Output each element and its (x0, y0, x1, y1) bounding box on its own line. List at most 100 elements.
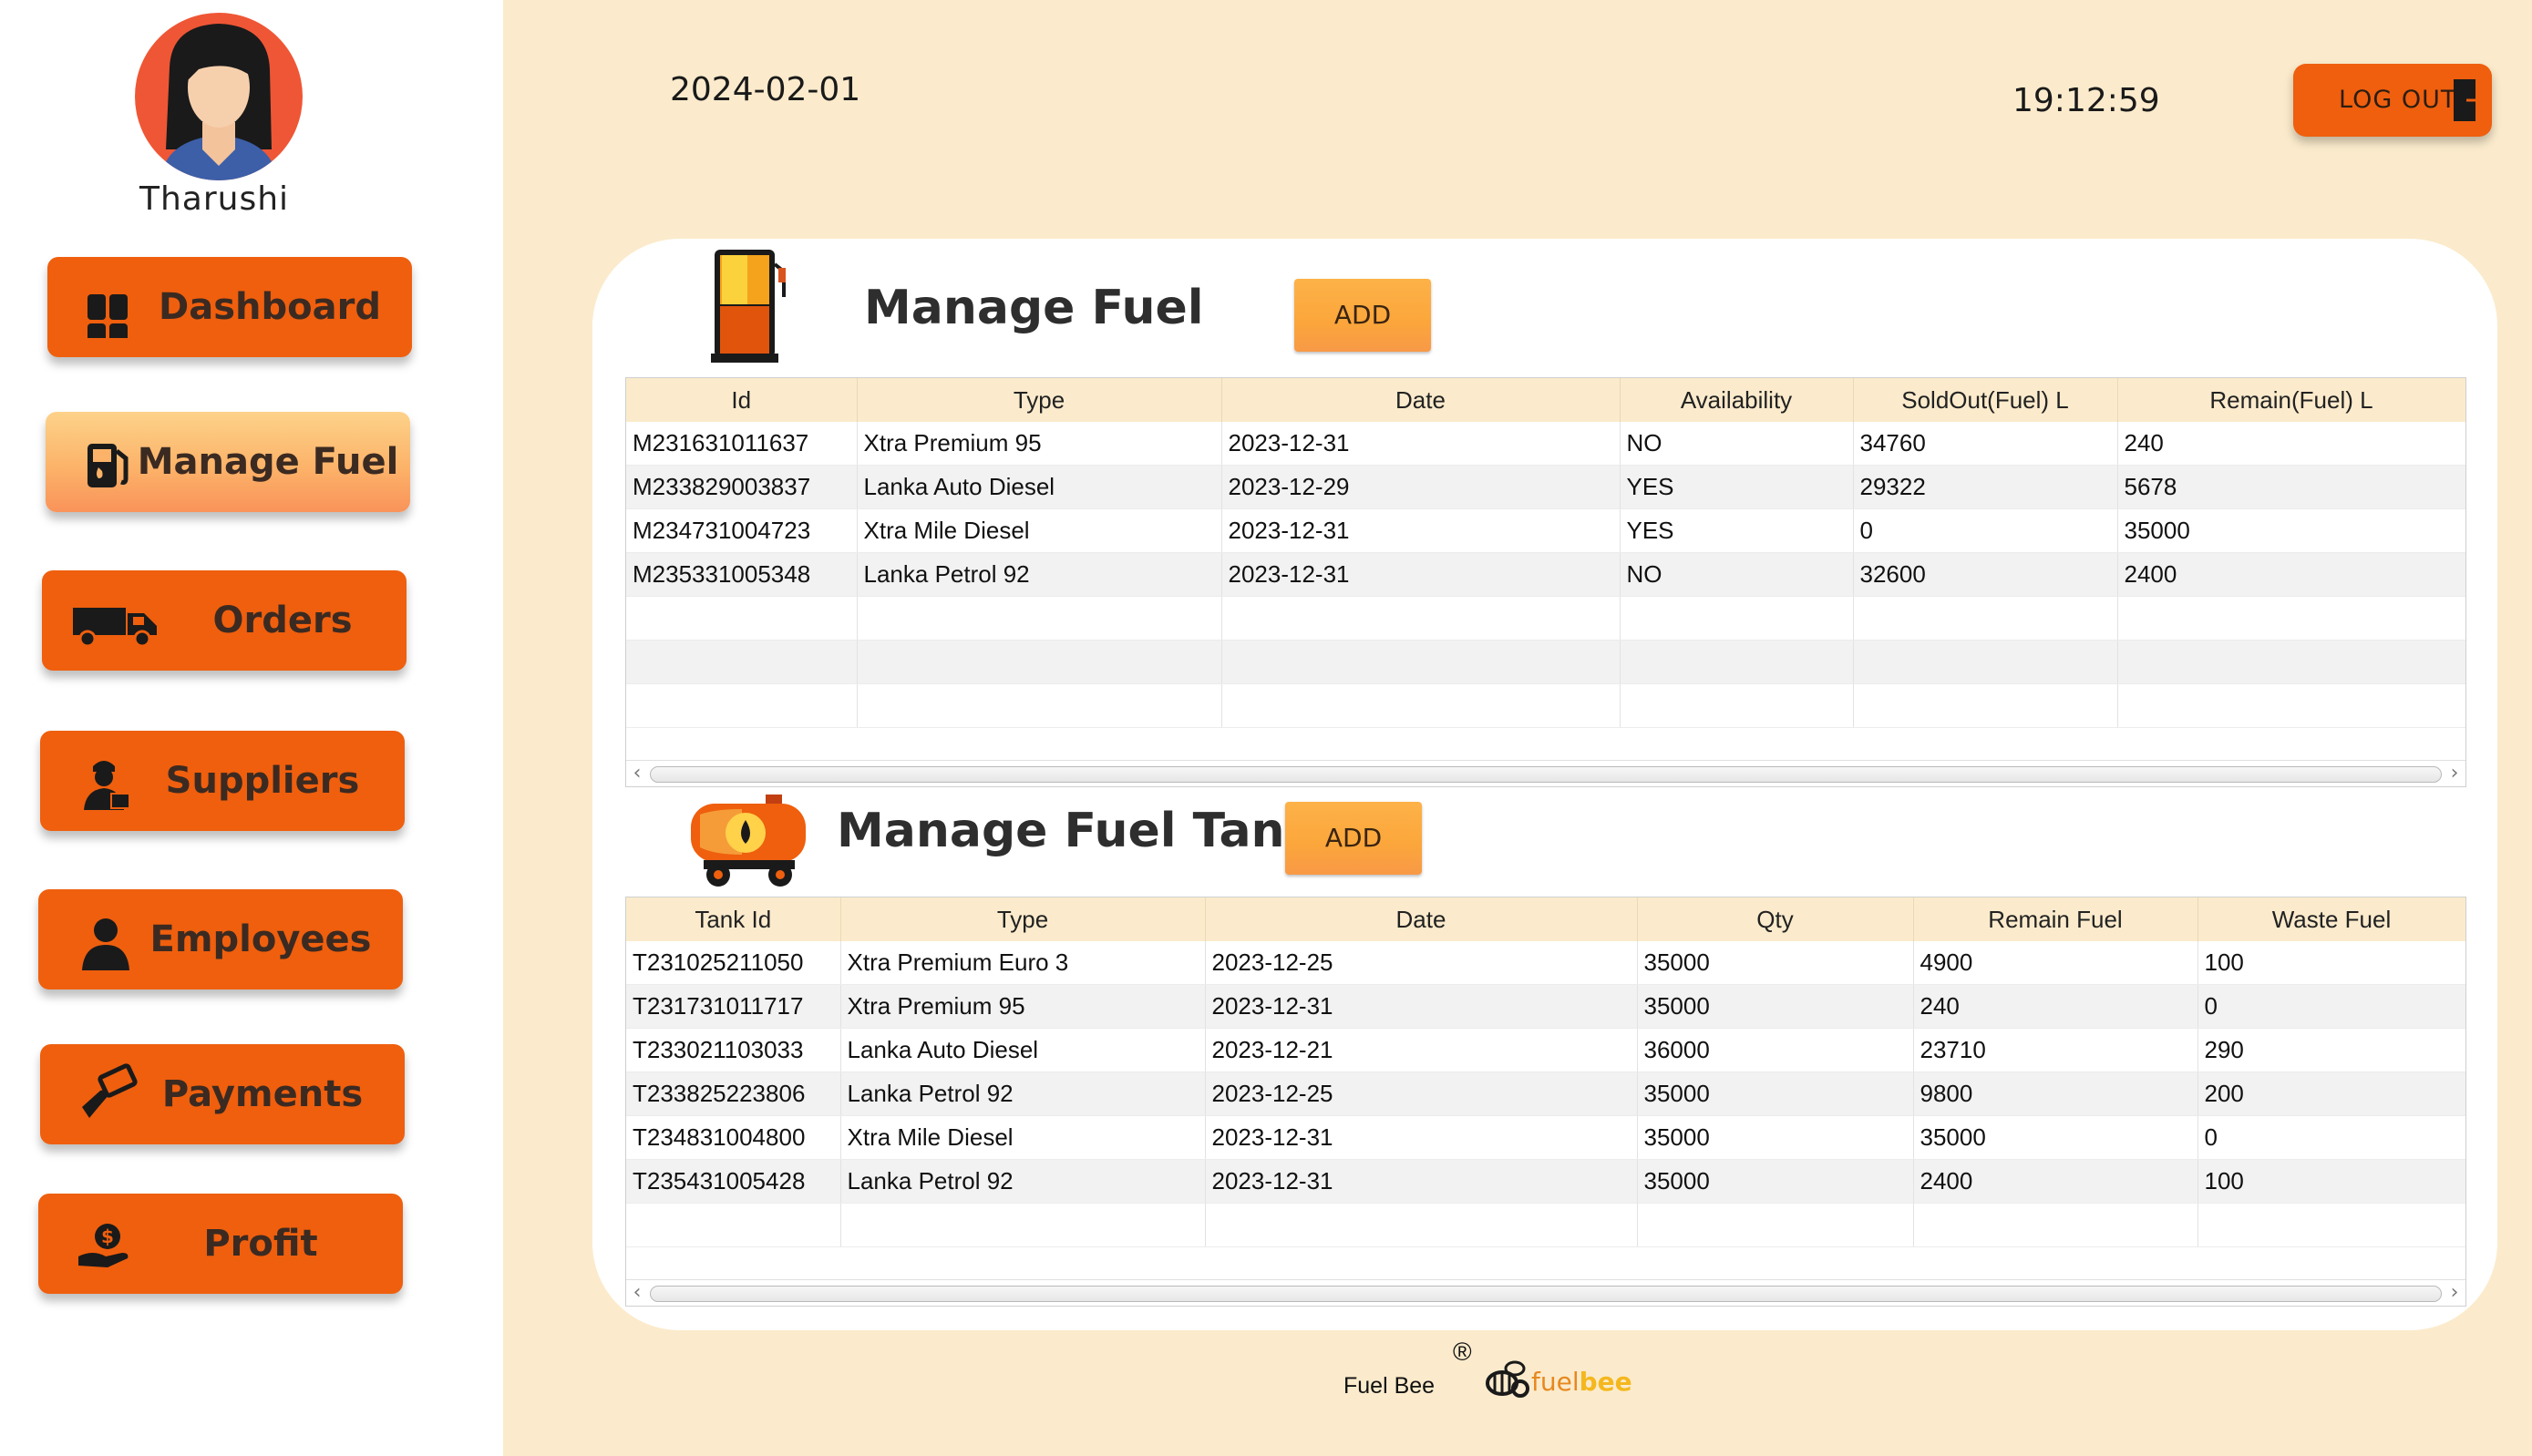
table-cell[interactable]: Xtra Mile Diesel (840, 1115, 1206, 1160)
table-cell[interactable]: 2023-12-31 (1205, 1159, 1638, 1204)
table-cell[interactable]: NO (1620, 422, 1854, 466)
table-cell[interactable]: 2023-12-31 (1221, 422, 1621, 466)
table-cell[interactable]: 2400 (2117, 552, 2465, 597)
table-cell[interactable]: 35000 (1637, 941, 1914, 985)
table-cell[interactable]: 23710 (1913, 1028, 2198, 1072)
table-cell[interactable] (1637, 1203, 1914, 1247)
table-cell[interactable]: 0 (2197, 984, 2465, 1029)
table-cell[interactable]: Xtra Premium 95 (840, 984, 1206, 1029)
table-row[interactable]: T234831004800 Xtra Mile Diesel 2023-12-31 3… (626, 1115, 2465, 1160)
sidebar-item-suppliers[interactable]: Suppliers (40, 731, 405, 831)
table-cell[interactable]: YES (1620, 465, 1854, 509)
table-cell[interactable]: T233825223806 (626, 1071, 841, 1116)
table-cell[interactable]: 35000 (1637, 984, 1914, 1029)
table-cell[interactable]: 0 (1853, 508, 2118, 553)
table-cell[interactable] (626, 640, 858, 684)
table-cell[interactable]: 2023-12-31 (1205, 1115, 1638, 1160)
table-cell[interactable]: 2023-12-25 (1205, 941, 1638, 985)
table-row[interactable]: T231025211050 Xtra Premium Euro 3 2023-12-… (626, 941, 2465, 985)
sidebar-item-employees[interactable]: Employees (38, 889, 403, 989)
table-row[interactable]: M231631011637 Xtra Premium 95 2023-12-31 NO… (626, 422, 2465, 466)
table-cell[interactable]: M233829003837 (626, 465, 858, 509)
tank-column-header[interactable]: Waste Fuel (2197, 897, 2465, 941)
table-row[interactable]: T235431005428 Lanka Petrol 92 2023-12-31 35… (626, 1159, 2465, 1204)
table-cell[interactable]: 240 (2117, 422, 2465, 466)
table-cell[interactable]: Lanka Petrol 92 (857, 552, 1222, 597)
table-cell[interactable]: T235431005428 (626, 1159, 841, 1204)
table-cell[interactable]: 100 (2197, 1159, 2465, 1204)
table-cell[interactable] (1221, 683, 1621, 728)
table-row[interactable]: T233021103033 Lanka Auto Diesel 2023-12-21… (626, 1028, 2465, 1072)
table-cell[interactable] (626, 596, 858, 641)
table-cell[interactable]: 2023-12-31 (1205, 984, 1638, 1029)
table-cell[interactable]: M234731004723 (626, 508, 858, 553)
table-cell[interactable]: T233021103033 (626, 1028, 841, 1072)
fuel-column-header[interactable]: Type (857, 378, 1222, 422)
table-cell[interactable] (2197, 1203, 2465, 1247)
table-cell[interactable]: Xtra Premium 95 (857, 422, 1222, 466)
scroll-left-icon[interactable]: ‹ (628, 761, 646, 786)
table-cell[interactable]: 9800 (1913, 1071, 2198, 1116)
table-row[interactable]: T231731011717 Xtra Premium 95 2023-12-31 35… (626, 984, 2465, 1029)
fuel-column-header[interactable]: SoldOut(Fuel) L (1853, 378, 2118, 422)
table-row[interactable]: T233825223806 Lanka Petrol 92 2023-12-25 35… (626, 1071, 2465, 1116)
table-row[interactable] (626, 683, 2465, 728)
tanks-table[interactable]: Tank Id Type Date Qty Remain Fuel Waste Fuel … (625, 897, 2466, 1307)
sidebar-item-dashboard[interactable]: Dashboard (47, 257, 412, 357)
table-cell[interactable] (2117, 640, 2465, 684)
fuel-table[interactable]: Id Type Date Availability SoldOut(Fuel) L Rem… (625, 377, 2466, 787)
table-cell[interactable] (626, 1203, 841, 1247)
table-cell[interactable]: 29322 (1853, 465, 2118, 509)
table-cell[interactable]: YES (1620, 508, 1854, 553)
tank-column-header[interactable]: Tank Id (626, 897, 841, 941)
table-cell[interactable]: 35000 (1913, 1115, 2198, 1160)
table-cell[interactable]: Xtra Premium Euro 3 (840, 941, 1206, 985)
scroll-left-icon[interactable]: ‹ (628, 1280, 646, 1306)
table-cell[interactable]: Lanka Petrol 92 (840, 1071, 1206, 1116)
table-cell[interactable]: 100 (2197, 941, 2465, 985)
table-row[interactable]: M233829003837 Lanka Auto Diesel 2023-12-29… (626, 465, 2465, 509)
add-fuel-button[interactable]: ADD (1294, 279, 1431, 352)
table-cell[interactable] (1620, 640, 1854, 684)
tanks-table-scrollbar[interactable]: ‹ › (626, 1279, 2465, 1306)
scroll-right-icon[interactable]: › (2445, 761, 2464, 786)
table-cell[interactable] (840, 1203, 1206, 1247)
table-cell[interactable]: Lanka Petrol 92 (840, 1159, 1206, 1204)
tank-column-header[interactable]: Remain Fuel (1913, 897, 2198, 941)
scrollbar-thumb[interactable] (650, 1286, 2442, 1302)
scroll-right-icon[interactable]: › (2445, 1280, 2464, 1306)
table-cell[interactable]: 2023-12-31 (1221, 508, 1621, 553)
table-cell[interactable]: NO (1620, 552, 1854, 597)
table-cell[interactable]: 36000 (1637, 1028, 1914, 1072)
table-row[interactable] (626, 640, 2465, 684)
table-cell[interactable]: 35000 (1637, 1115, 1914, 1160)
table-row[interactable] (626, 596, 2465, 641)
table-cell[interactable] (857, 683, 1222, 728)
fuel-column-header[interactable]: Id (626, 378, 858, 422)
add-tank-button[interactable]: ADD (1285, 802, 1422, 875)
table-cell[interactable]: T231025211050 (626, 941, 841, 985)
table-cell[interactable] (857, 596, 1222, 641)
sidebar-item-manage-fuel[interactable]: Manage Fuel (46, 412, 410, 512)
table-cell[interactable]: 2023-12-21 (1205, 1028, 1638, 1072)
tank-column-header[interactable]: Type (840, 897, 1206, 941)
table-cell[interactable] (857, 640, 1222, 684)
table-cell[interactable]: M235331005348 (626, 552, 858, 597)
table-cell[interactable] (1620, 596, 1854, 641)
table-cell[interactable]: 200 (2197, 1071, 2465, 1116)
table-cell[interactable]: 2023-12-31 (1221, 552, 1621, 597)
table-cell[interactable]: 35000 (1637, 1159, 1914, 1204)
table-cell[interactable]: 34760 (1853, 422, 2118, 466)
table-cell[interactable]: 290 (2197, 1028, 2465, 1072)
fuel-column-header[interactable]: Date (1221, 378, 1621, 422)
table-cell[interactable] (2117, 683, 2465, 728)
table-cell[interactable]: 35000 (1637, 1071, 1914, 1116)
table-cell[interactable]: 2023-12-29 (1221, 465, 1621, 509)
tank-column-header[interactable]: Date (1205, 897, 1638, 941)
scrollbar-thumb[interactable] (650, 766, 2442, 783)
table-cell[interactable]: T231731011717 (626, 984, 841, 1029)
table-cell[interactable]: 2023-12-25 (1205, 1071, 1638, 1116)
logout-button[interactable]: LOG OUT (2293, 64, 2492, 137)
table-cell[interactable] (1620, 683, 1854, 728)
table-cell[interactable] (1913, 1203, 2198, 1247)
